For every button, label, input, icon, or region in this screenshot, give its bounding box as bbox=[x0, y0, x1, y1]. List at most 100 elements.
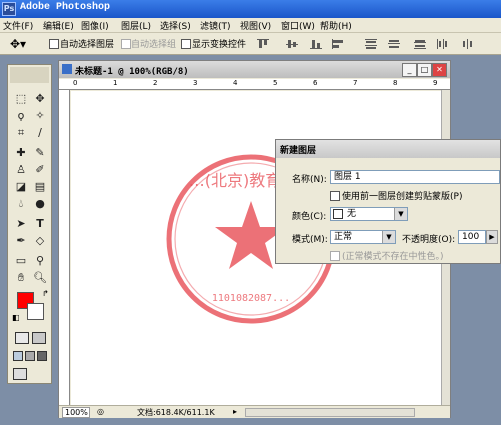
toolbox: ⬚ ✥ ϙ ✧ ⌗ ∕ ✚ ✎ ♙ ✐ ◪ ▤ 💧︎ ● ➤ T ✒ ◇ ▭ ⚲… bbox=[7, 64, 52, 384]
new-layer-dialog: 新建图层 名称(N): 图层 1 使用前一图层创建剪贴蒙版(P) 颜色(C): … bbox=[275, 139, 501, 264]
distribute-top-icon[interactable] bbox=[365, 39, 377, 49]
mode-value: 正常 bbox=[334, 232, 353, 242]
document-title-bar: 未标题-1 @ 100%(RGB/8) _ □ ✕ bbox=[59, 61, 450, 78]
show-transform-checkbox[interactable] bbox=[181, 39, 191, 49]
pen-tool-icon[interactable]: ✒ bbox=[13, 233, 29, 249]
screen-mode-menu-icon[interactable] bbox=[25, 351, 35, 361]
neutral-fill-checkbox bbox=[330, 251, 340, 261]
ruler-mark: 3 bbox=[193, 79, 198, 87]
mode-select[interactable]: 正常 ▼ bbox=[330, 230, 396, 244]
horizontal-scrollbar[interactable] bbox=[245, 408, 415, 417]
ruler-mark: 0 bbox=[73, 79, 78, 87]
horizontal-ruler: 0 1 2 3 4 5 6 7 8 9 bbox=[59, 79, 450, 90]
move-tool-preset-icon[interactable]: ✥▾ bbox=[10, 37, 26, 51]
distribute-left-icon[interactable] bbox=[437, 39, 449, 49]
quickmask-mode-icon[interactable] bbox=[32, 332, 46, 344]
zoom-tool-icon[interactable]: 🔍︎ bbox=[32, 270, 48, 286]
clip-mask-checkbox[interactable] bbox=[330, 191, 340, 201]
eraser-tool-icon[interactable]: ◪ bbox=[13, 179, 29, 195]
screen-mode-standard-icon[interactable] bbox=[13, 351, 23, 361]
close-button[interactable]: ✕ bbox=[432, 63, 447, 77]
background-color-swatch[interactable] bbox=[27, 303, 44, 320]
opacity-slider-arrow-icon[interactable]: ▶ bbox=[486, 230, 498, 244]
layer-name-input[interactable]: 图层 1 bbox=[330, 170, 500, 184]
history-brush-icon[interactable]: ✐ bbox=[32, 162, 48, 178]
marquee-tool-icon[interactable]: ⬚ bbox=[13, 91, 29, 107]
dodge-tool-icon[interactable]: ● bbox=[32, 196, 48, 212]
menu-filter[interactable]: 滤镜(T) bbox=[200, 19, 231, 32]
auto-select-layer-checkbox[interactable] bbox=[49, 39, 59, 49]
healing-brush-icon[interactable]: ✚ bbox=[13, 145, 29, 161]
menu-view[interactable]: 视图(V) bbox=[240, 19, 271, 32]
menu-window[interactable]: 窗口(W) bbox=[281, 19, 315, 32]
opacity-label: 不透明度(O): bbox=[402, 235, 456, 245]
color-select[interactable]: 无 ▼ bbox=[330, 207, 408, 221]
opacity-input[interactable]: 100 bbox=[458, 230, 486, 244]
minimize-button[interactable]: _ bbox=[402, 63, 417, 77]
menu-file[interactable]: 文件(F) bbox=[3, 19, 33, 32]
shape-tool-icon[interactable]: ◇ bbox=[32, 233, 48, 249]
type-tool-icon[interactable]: T bbox=[32, 216, 48, 232]
gradient-tool-icon[interactable]: ▤ bbox=[32, 179, 48, 195]
notes-tool-icon[interactable]: ▭ bbox=[13, 253, 29, 269]
auto-select-group-label: 自动选择组 bbox=[131, 40, 177, 50]
dialog-title: 新建图层 bbox=[280, 146, 317, 156]
screen-mode-full-icon[interactable] bbox=[37, 351, 47, 361]
menu-image[interactable]: 图像(I) bbox=[81, 19, 109, 32]
path-select-icon[interactable]: ➤ bbox=[13, 216, 29, 232]
distribute-hcenter-icon[interactable] bbox=[462, 39, 474, 49]
ruler-mark: 4 bbox=[233, 79, 238, 87]
chevron-down-icon: ▼ bbox=[382, 231, 395, 243]
neutral-fill-note: (正常模式不存在中性色。) bbox=[342, 252, 444, 262]
color-swatch bbox=[333, 209, 343, 219]
options-bar: ✥▾ 自动选择图层 自动选择组 显示变换控件 bbox=[0, 33, 501, 55]
slice-tool-icon[interactable]: ∕ bbox=[32, 125, 48, 141]
document-title: 未标题-1 @ 100%(RGB/8) bbox=[75, 67, 189, 77]
distribute-vcenter-icon[interactable] bbox=[388, 39, 400, 49]
clone-stamp-icon[interactable]: ♙ bbox=[13, 162, 29, 178]
crop-tool-icon[interactable]: ⌗ bbox=[13, 125, 29, 141]
clip-mask-label: 使用前一图层创建剪贴蒙版(P) bbox=[342, 192, 463, 202]
move-tool-icon[interactable]: ✥ bbox=[32, 91, 48, 107]
app-title: Adobe Photoshop bbox=[20, 2, 111, 13]
show-transform-label: 显示变换控件 bbox=[192, 40, 247, 50]
align-left-icon[interactable] bbox=[332, 39, 344, 49]
auto-select-layer-label: 自动选择图层 bbox=[60, 40, 115, 50]
dialog-title-bar: 新建图层 bbox=[276, 140, 500, 158]
ruler-mark: 7 bbox=[353, 79, 358, 87]
menu-help[interactable]: 帮助(H) bbox=[320, 19, 352, 32]
hand-tool-icon[interactable]: ✋︎ bbox=[13, 270, 29, 286]
distribute-bottom-icon[interactable] bbox=[414, 39, 426, 49]
menu-select[interactable]: 选择(S) bbox=[160, 19, 191, 32]
magic-wand-icon[interactable]: ✧ bbox=[32, 108, 48, 124]
align-vcenter-icon[interactable] bbox=[286, 39, 298, 49]
default-colors-icon[interactable]: ◧ bbox=[12, 313, 20, 322]
ruler-mark: 1 bbox=[113, 79, 118, 87]
menu-edit[interactable]: 编辑(E) bbox=[43, 19, 74, 32]
menu-bar: 文件(F) 编辑(E) 图像(I) 图层(L) 选择(S) 滤镜(T) 视图(V… bbox=[0, 18, 501, 33]
brush-tool-icon[interactable]: ✎ bbox=[32, 145, 48, 161]
menu-layer[interactable]: 图层(L) bbox=[121, 19, 151, 32]
align-top-icon[interactable] bbox=[257, 39, 269, 49]
swap-colors-icon[interactable]: ↱ bbox=[42, 289, 49, 298]
blur-tool-icon[interactable]: 💧︎ bbox=[13, 196, 29, 212]
color-label: 颜色(C): bbox=[292, 212, 327, 222]
status-menu-arrow-icon[interactable]: ▸ bbox=[233, 407, 237, 416]
eyedropper-tool-icon[interactable]: ⚲ bbox=[32, 253, 48, 269]
jump-to-imageready-icon[interactable] bbox=[13, 368, 27, 380]
document-size-info: 文档:618.4K/611.1K bbox=[137, 408, 215, 417]
chevron-down-icon: ▼ bbox=[394, 208, 407, 220]
status-icon: ◎ bbox=[97, 407, 104, 416]
document-icon bbox=[62, 64, 72, 74]
ruler-mark: 2 bbox=[153, 79, 158, 87]
status-bar: 100% ◎ 文档:618.4K/611.1K ▸ bbox=[59, 405, 450, 418]
standard-mode-icon[interactable] bbox=[15, 332, 29, 344]
ruler-mark: 9 bbox=[433, 79, 438, 87]
ruler-mark: 6 bbox=[313, 79, 318, 87]
maximize-button[interactable]: □ bbox=[417, 63, 432, 77]
auto-select-group-checkbox bbox=[121, 39, 131, 49]
ruler-mark: 5 bbox=[273, 79, 278, 87]
lasso-tool-icon[interactable]: ϙ bbox=[13, 108, 29, 124]
zoom-field[interactable]: 100% bbox=[62, 407, 90, 418]
align-bottom-icon[interactable] bbox=[310, 39, 322, 49]
